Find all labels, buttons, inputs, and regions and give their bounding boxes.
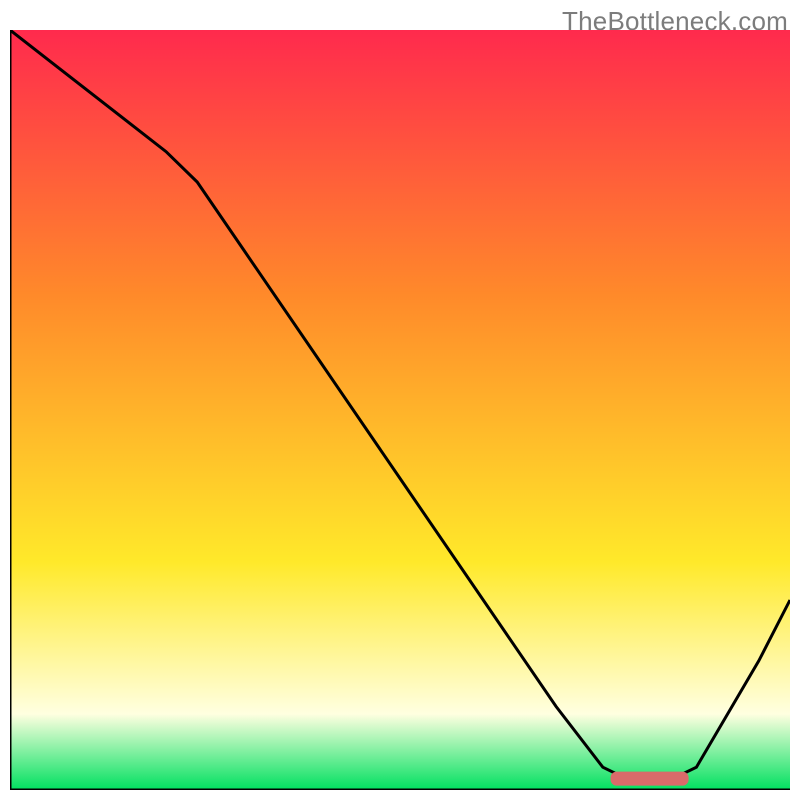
chart-svg [10,30,790,790]
chart-marker [611,772,689,786]
chart-background-gradient [10,30,790,790]
chart-plot-area [10,30,790,790]
chart-container: TheBottleneck.com [0,0,800,800]
